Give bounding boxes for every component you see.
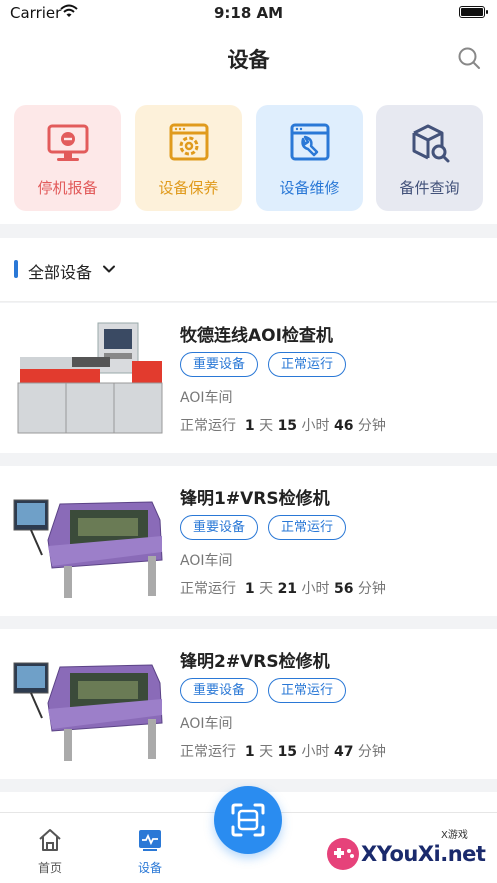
chevron-down-icon[interactable] xyxy=(102,262,116,276)
quick-action-shutdown-report[interactable]: 停机报备 xyxy=(14,105,121,211)
runtime-hour-unit: 小时 xyxy=(301,744,330,760)
device-location: AOI车间 xyxy=(180,716,233,732)
runtime-day-unit: 天 xyxy=(259,744,274,760)
device-runtime: 正常运行 1 天 15 小时 46 分钟 xyxy=(180,415,386,435)
quick-action-repair[interactable]: 设备维修 xyxy=(256,105,363,211)
status-bar: Carrier 9:18 AM xyxy=(0,0,497,26)
battery-tip xyxy=(486,10,488,14)
device-card[interactable]: 锋明2#VRS检修机 重要设备 正常运行 AOI车间 正常运行 1 天 15 小… xyxy=(0,629,497,779)
site-watermark: X游戏 XYouXi.net xyxy=(323,822,491,880)
runtime-minutes: 46 xyxy=(333,418,354,434)
runtime-minutes: 47 xyxy=(333,744,354,760)
runtime-days: 1 xyxy=(244,744,255,760)
status-tag: 正常运行 xyxy=(268,515,347,540)
gamepad-logo-icon xyxy=(327,838,359,870)
tab-device-label: 设备 xyxy=(137,861,162,875)
quick-action-label: 备件查询 xyxy=(399,179,460,197)
runtime-hour-unit: 小时 xyxy=(301,418,330,434)
quick-action-label: 停机报备 xyxy=(37,179,98,197)
device-filter[interactable]: 全部设备 xyxy=(0,238,497,302)
scan-button[interactable] xyxy=(214,786,282,854)
navigation-bar: 设备 xyxy=(0,26,497,92)
runtime-minute-unit: 分钟 xyxy=(357,418,386,434)
runtime-days: 1 xyxy=(244,581,255,597)
runtime-hours: 21 xyxy=(277,581,298,597)
device-card[interactable]: 锋明1#VRS检修机 重要设备 正常运行 AOI车间 正常运行 1 天 21 小… xyxy=(0,466,497,616)
runtime-minute-unit: 分钟 xyxy=(357,744,386,760)
runtime-day-unit: 天 xyxy=(259,581,274,597)
scan-icon xyxy=(231,803,265,837)
runtime-hour-unit: 小时 xyxy=(301,581,330,597)
status-tag: 正常运行 xyxy=(268,352,347,377)
device-card[interactable]: 牧德连线AOI检查机 重要设备 正常运行 AOI车间 正常运行 1 天 15 小… xyxy=(0,303,497,453)
gear-window-icon xyxy=(169,123,209,161)
watermark-small-text: X游戏 xyxy=(441,830,468,841)
home-icon xyxy=(39,829,61,851)
runtime-label: 正常运行 xyxy=(180,744,236,760)
vrs-machine-image xyxy=(12,643,167,763)
watermark-text: XYouXi.net xyxy=(361,842,486,866)
vrs-machine-image xyxy=(12,480,167,600)
box-search-icon xyxy=(412,124,450,163)
runtime-days: 1 xyxy=(244,418,255,434)
tab-device[interactable]: 设备 xyxy=(120,827,180,876)
importance-tag: 重要设备 xyxy=(180,515,259,540)
runtime-label: 正常运行 xyxy=(180,581,236,597)
aoi-machine-image xyxy=(12,317,167,437)
page-title: 设备 xyxy=(227,48,270,72)
status-time: 9:18 AM xyxy=(213,4,284,22)
device-location: AOI车间 xyxy=(180,553,233,569)
quick-action-label: 设备维修 xyxy=(279,179,340,197)
quick-actions: 停机报备 设备保养 设备维修 备件查询 xyxy=(0,92,497,224)
runtime-day-unit: 天 xyxy=(259,418,274,434)
device-runtime: 正常运行 1 天 15 小时 47 分钟 xyxy=(180,741,386,761)
runtime-minute-unit: 分钟 xyxy=(357,581,386,597)
quick-action-maintenance[interactable]: 设备保养 xyxy=(135,105,242,211)
device-name: 牧德连线AOI检查机 xyxy=(180,326,333,346)
tab-home[interactable]: 首页 xyxy=(20,827,80,876)
importance-tag: 重要设备 xyxy=(180,678,259,703)
runtime-minutes: 56 xyxy=(333,581,354,597)
device-name: 锋明1#VRS检修机 xyxy=(180,489,330,509)
section-accent-bar xyxy=(14,260,18,278)
device-runtime: 正常运行 1 天 21 小时 56 分钟 xyxy=(180,578,386,598)
wrench-window-icon xyxy=(290,123,330,161)
quick-action-label: 设备保养 xyxy=(158,179,219,197)
search-icon[interactable] xyxy=(457,46,481,70)
monitor-chart-icon xyxy=(139,830,161,851)
runtime-hours: 15 xyxy=(277,418,298,434)
device-name: 锋明2#VRS检修机 xyxy=(180,652,330,672)
monitor-stop-icon xyxy=(47,124,89,161)
importance-tag: 重要设备 xyxy=(180,352,259,377)
runtime-hours: 15 xyxy=(277,744,298,760)
tab-home-label: 首页 xyxy=(37,861,62,875)
battery-icon xyxy=(459,6,485,18)
filter-label: 全部设备 xyxy=(28,263,93,282)
runtime-label: 正常运行 xyxy=(180,418,236,434)
status-tag: 正常运行 xyxy=(268,678,347,703)
quick-action-parts-query[interactable]: 备件查询 xyxy=(376,105,483,211)
device-location: AOI车间 xyxy=(180,390,233,406)
